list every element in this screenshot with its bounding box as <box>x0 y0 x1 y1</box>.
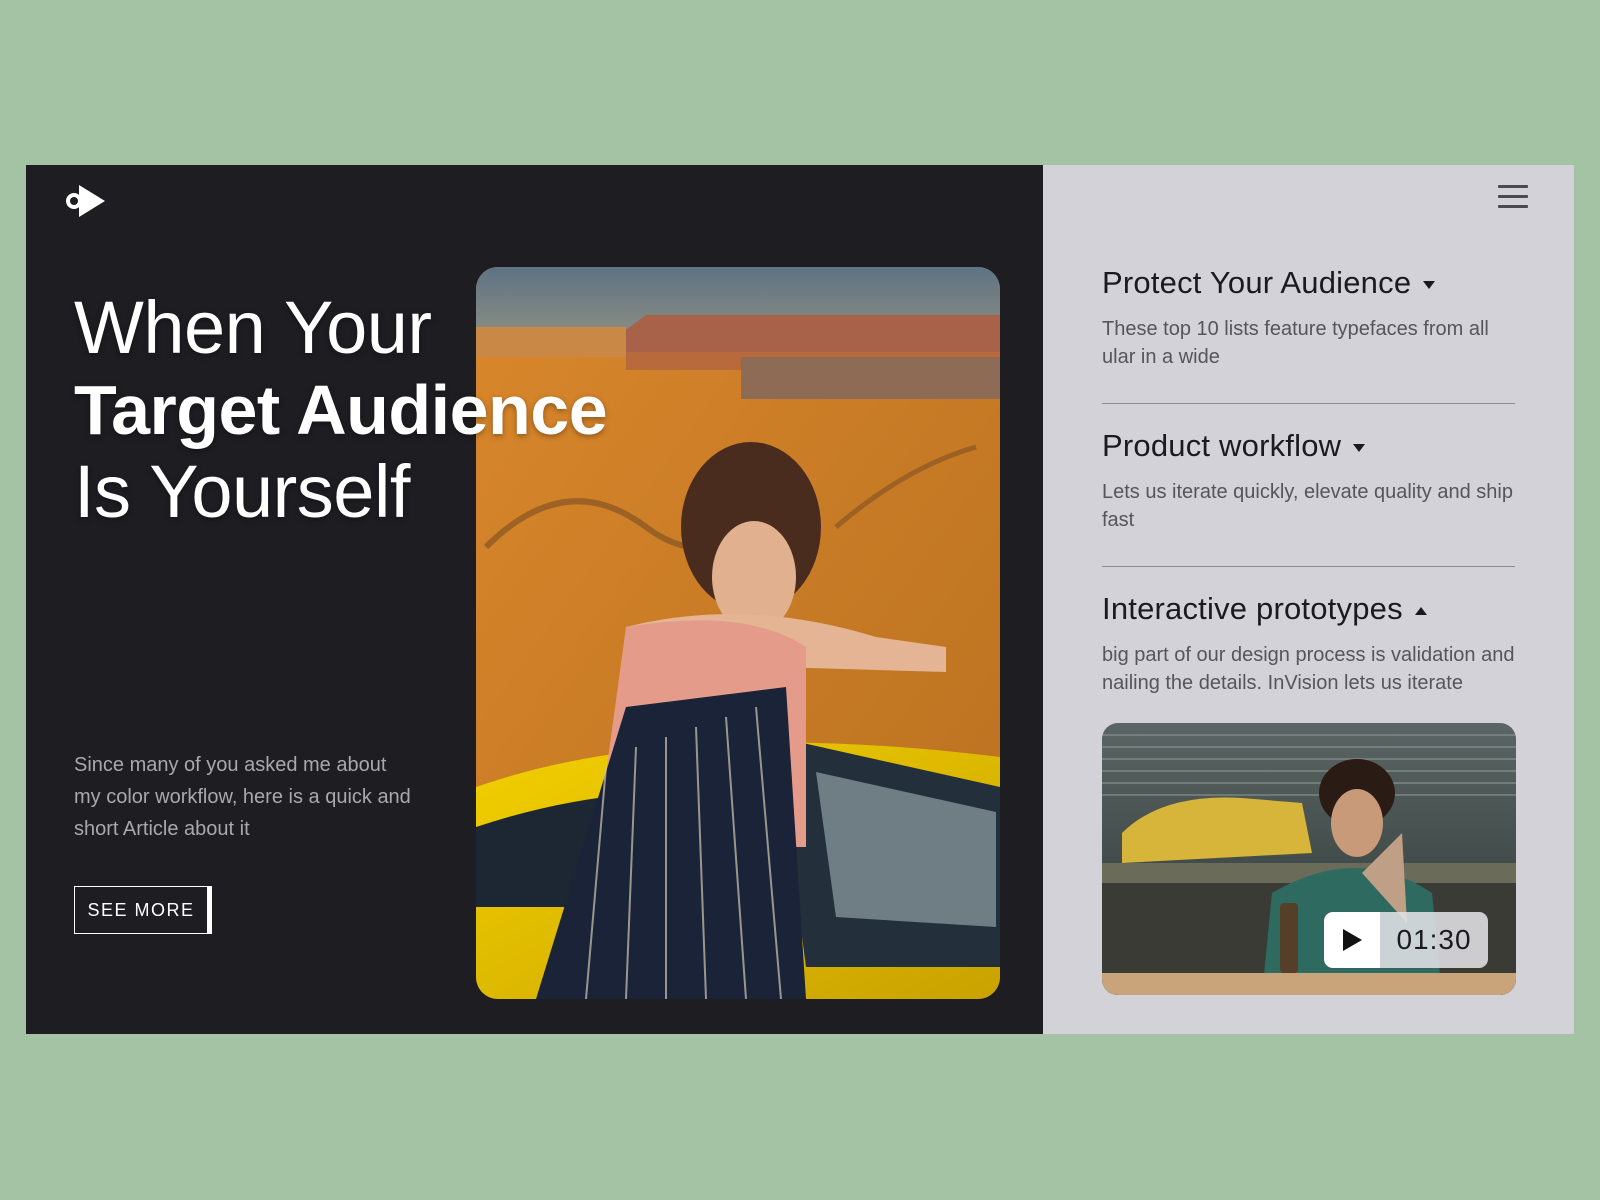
accordion-item-product-workflow: Product workflow Lets us iterate quickly… <box>1102 426 1515 567</box>
headline-line-2: Target Audience <box>74 371 608 449</box>
accordion-header[interactable]: Protect Your Audience <box>1102 263 1515 303</box>
headline-line-1: When Your <box>74 286 432 369</box>
hamburger-menu-icon[interactable] <box>1498 185 1528 209</box>
landing-frame: When Your Target Audience Is Yourself Si… <box>26 165 1574 1034</box>
caret-up-icon <box>1414 607 1427 615</box>
accordion-header[interactable]: Product workflow <box>1102 426 1515 466</box>
video-duration: 01:30 <box>1380 912 1488 968</box>
sidebar-panel: Protect Your Audience These top 10 lists… <box>1043 165 1574 1034</box>
accordion-title: Interactive prototypes <box>1102 591 1403 626</box>
accordion-description: Lets us iterate quickly, elevate quality… <box>1102 481 1513 531</box>
accordion-description: big part of our design process is valida… <box>1102 644 1515 694</box>
video-controls: 01:30 <box>1324 912 1488 968</box>
accordion-item-protect-audience: Protect Your Audience These top 10 lists… <box>1102 263 1515 404</box>
play-logo-icon[interactable] <box>64 184 106 218</box>
play-icon[interactable] <box>1324 912 1380 968</box>
accordion-title: Protect Your Audience <box>1102 265 1412 300</box>
headline-line-3: Is Yourself <box>74 450 410 533</box>
caret-down-icon <box>1353 444 1366 452</box>
hero-headline: When Your Target Audience Is Yourself <box>74 286 608 533</box>
accordion-description: These top 10 lists feature typefaces fro… <box>1102 318 1489 368</box>
video-thumbnail[interactable]: 01:30 <box>1102 723 1516 995</box>
caret-down-icon <box>1423 281 1436 289</box>
accordion-title: Product workflow <box>1102 428 1342 463</box>
accordion-header[interactable]: Interactive prototypes <box>1102 589 1515 629</box>
hero-panel: When Your Target Audience Is Yourself Si… <box>26 165 1043 1034</box>
hero-intro-text: Since many of you asked me about my colo… <box>74 754 411 840</box>
feature-accordion: Protect Your Audience These top 10 lists… <box>1102 263 1515 697</box>
see-more-button[interactable]: SEE MORE <box>74 886 212 934</box>
accordion-item-interactive-prototypes: Interactive prototypes big part of our d… <box>1102 589 1515 697</box>
